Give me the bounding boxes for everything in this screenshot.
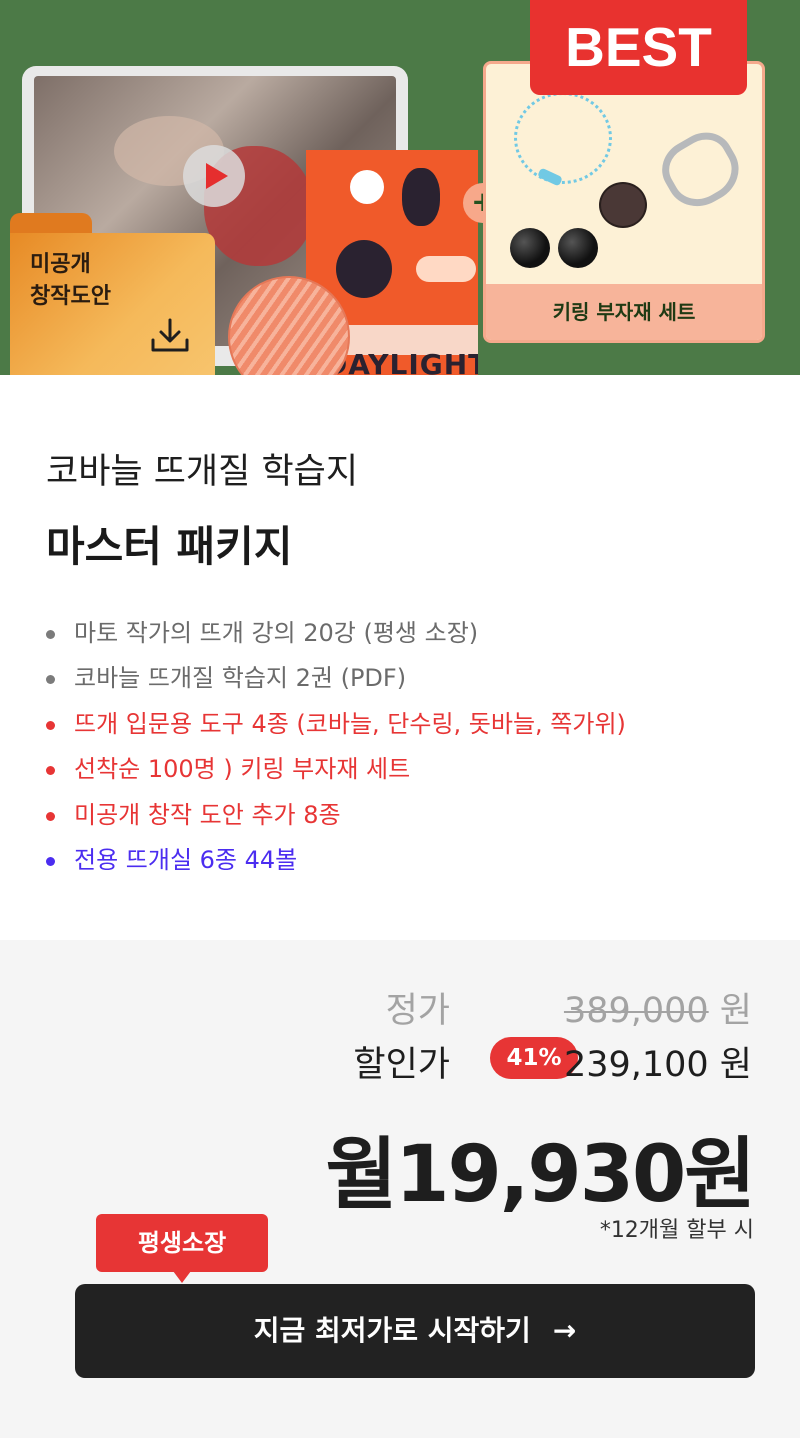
bullet-icon: [46, 766, 55, 776]
feature-item: 뜨개 입문용 도구 4종 (코바늘, 단수링, 돗바늘, 쪽가위): [46, 702, 626, 747]
regular-price: 389,000 원: [563, 991, 752, 1031]
lifetime-tooltip: 평생소장: [96, 1214, 268, 1272]
safety-eye-image: [558, 228, 598, 268]
feature-item: 선착순 100명 ) 키링 부자재 세트: [46, 747, 626, 792]
sale-price-label: 할인가: [353, 1045, 450, 1085]
hero-banner: 미공개 창작도안 DAYLIGHT + 키링 부자재 세트 BEST: [0, 0, 800, 375]
sale-price: 239,100 원: [563, 1045, 752, 1085]
tooltip-arrow: [173, 1271, 191, 1283]
swivel-hook-image: [651, 122, 751, 218]
product-title: 마스터 패키지: [46, 522, 293, 571]
regular-price-label: 정가: [385, 991, 450, 1031]
button-image: [599, 182, 647, 228]
best-badge: BEST: [530, 0, 747, 95]
installment-note: *12개월 할부 시: [599, 1218, 754, 1243]
feature-item: 마토 작가의 뜨개 강의 20강 (평생 소장): [46, 611, 626, 656]
kit-label: 키링 부자재 세트: [486, 284, 762, 340]
pattern-folder: 미공개 창작도안: [10, 213, 215, 375]
feature-list: 마토 작가의 뜨개 강의 20강 (평생 소장) 코바늘 뜨개질 학습지 2권 …: [46, 611, 626, 883]
keyring-kit-card: 키링 부자재 세트: [483, 61, 765, 343]
bullet-icon: [46, 630, 55, 639]
folder-label: 미공개 창작도안: [30, 252, 111, 309]
cta-label: 지금 최저가로 시작하기: [253, 1314, 531, 1347]
feature-item: 미공개 창작 도안 추가 8종: [46, 793, 626, 838]
start-now-button[interactable]: 지금 최저가로 시작하기 →: [75, 1284, 755, 1378]
feature-item: 전용 뜨개실 6종 44볼: [46, 838, 626, 883]
price-section: 정가 389,000 원 할인가 41% 239,100 원 월19,930원 …: [0, 940, 800, 1438]
product-subtitle: 코바늘 뜨개질 학습지: [46, 452, 359, 492]
monthly-price: 월19,930원: [325, 1130, 756, 1220]
bullet-icon: [46, 720, 55, 730]
play-icon[interactable]: [183, 145, 245, 207]
product-info: 코바늘 뜨개질 학습지 마스터 패키지 마토 작가의 뜨개 강의 20강 (평생…: [0, 375, 800, 940]
bullet-icon: [46, 811, 55, 821]
safety-eye-image: [510, 228, 550, 268]
download-icon: [151, 318, 189, 352]
feature-item: 코바늘 뜨개질 학습지 2권 (PDF): [46, 656, 626, 701]
bullet-icon: [46, 675, 55, 685]
ball-chain-image: [514, 92, 612, 184]
bullet-icon: [46, 856, 55, 866]
arrow-right-icon: →: [552, 1314, 577, 1347]
